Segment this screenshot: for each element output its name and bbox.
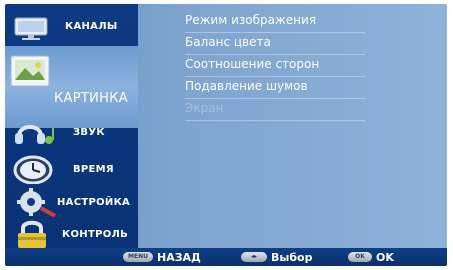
arrows-key-icon: ◂▸ <box>241 252 267 262</box>
headphones-icon <box>15 125 54 144</box>
menu-item-color-balance[interactable]: Баланс цвета <box>185 32 365 55</box>
sidebar-item-label: КАНАЛЫ <box>65 21 118 32</box>
sidebar-item-label: КОНТРОЛЬ <box>62 229 129 240</box>
sidebar-item-label: НАСТРОЙКА <box>57 197 131 208</box>
sidebar: КАНАЛЫ КАРТИНКА ЗВУК ВРЕМЯ НАСТРОЙКА КОН… <box>5 4 138 250</box>
sidebar-item-channels[interactable]: КАНАЛЫ <box>5 10 138 43</box>
tv-screen: КАНАЛЫ КАРТИНКА ЗВУК ВРЕМЯ НАСТРОЙКА КОН… <box>5 4 447 266</box>
bottom-hint-bar: MENU НАЗАД ◂▸ Выбор OK OK <box>5 248 447 266</box>
gear-wrench-icon <box>17 188 56 217</box>
menu-item-picture-mode[interactable]: Режим изображения <box>185 10 365 33</box>
picture-icon <box>10 55 50 87</box>
sidebar-item-control[interactable]: КОНТРОЛЬ <box>5 218 138 251</box>
ok-key-icon: OK <box>348 252 372 262</box>
lock-icon <box>18 220 46 248</box>
back-label: НАЗАД <box>157 250 201 264</box>
select-label: Выбор <box>271 250 313 264</box>
sidebar-item-time[interactable]: ВРЕМЯ <box>5 153 138 186</box>
sidebar-item-label: ВРЕМЯ <box>73 164 114 175</box>
ok-hint[interactable]: OK OK <box>348 248 394 266</box>
menu-item-screen: Экран <box>185 98 365 121</box>
clock-icon <box>13 155 53 184</box>
sidebar-item-label: КАРТИНКА <box>54 91 128 106</box>
sidebar-item-setup[interactable]: НАСТРОЙКА <box>5 186 138 219</box>
ok-label: OK <box>376 250 394 264</box>
select-hint[interactable]: ◂▸ Выбор <box>241 248 312 266</box>
monitor-icon <box>14 17 48 40</box>
sidebar-item-label: ЗВУК <box>73 127 105 138</box>
menu-item-aspect-ratio[interactable]: Соотношение сторон <box>185 54 365 77</box>
sidebar-item-sound[interactable]: ЗВУК <box>5 116 138 149</box>
menu-item-noise-reduction[interactable]: Подавление шумов <box>185 76 365 99</box>
back-hint[interactable]: MENU НАЗАД <box>123 248 201 266</box>
menu-key-icon: MENU <box>123 252 153 262</box>
